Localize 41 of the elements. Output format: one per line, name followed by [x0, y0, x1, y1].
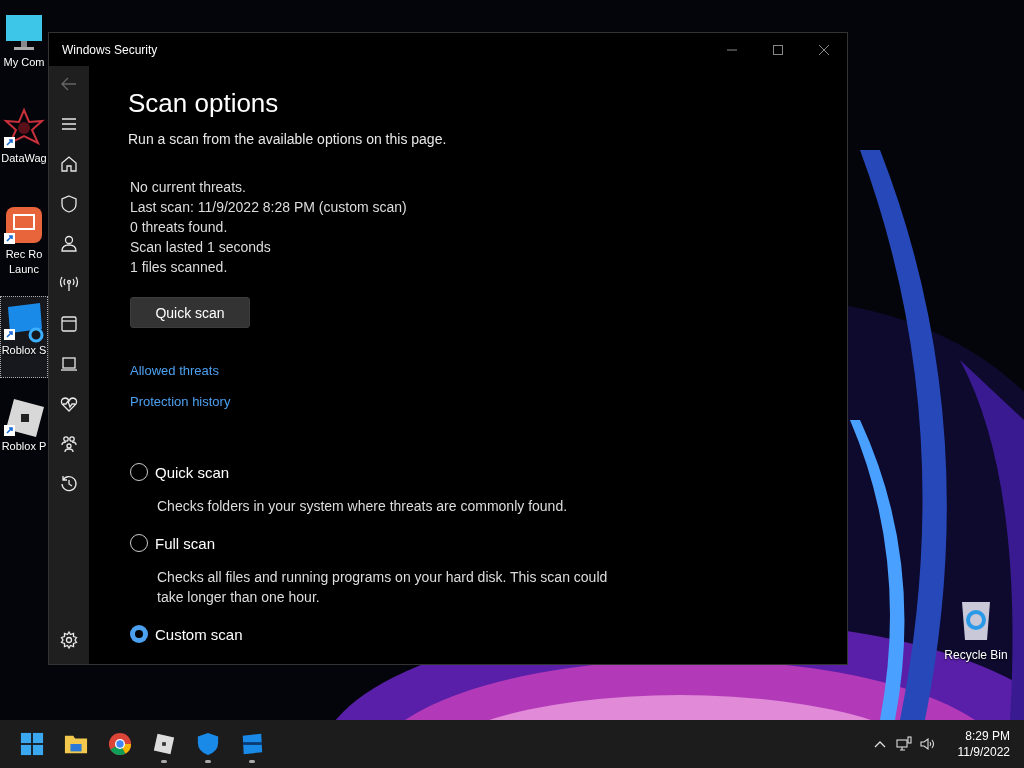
status-text: 1 files scanned. [130, 258, 229, 277]
quick-scan-button[interactable]: Quick scan [130, 297, 250, 328]
option-description: Checks all files and running programs on your hard disk. This scan could take longer than one hour. [157, 568, 609, 607]
clock-date[interactable]: 11/9/2022 [957, 744, 1010, 760]
network-icon[interactable] [895, 736, 912, 752]
people-icon[interactable] [59, 434, 79, 454]
option-label: Quick scan [155, 463, 230, 481]
page-description: Run a scan from the available options on this page. [128, 131, 448, 147]
icon-label: DataWag [0, 151, 48, 166]
status-text: Scan lasted 1 seconds [130, 238, 272, 257]
icon-label: Roblox P [0, 439, 48, 454]
icon-label: Roblox S [0, 343, 48, 358]
windows-start-icon[interactable] [20, 732, 44, 756]
radio-button[interactable] [130, 625, 148, 643]
link[interactable]: Allowed threats [130, 362, 219, 380]
home-icon[interactable] [59, 154, 79, 174]
heart-icon[interactable] [59, 394, 79, 414]
status-text: No current threats. [130, 178, 247, 197]
laptop-icon[interactable] [59, 354, 79, 374]
window-title: Windows Security [62, 42, 158, 57]
antenna-icon[interactable] [59, 274, 79, 294]
link[interactable]: Protection history [130, 393, 231, 411]
shield-icon[interactable] [59, 194, 79, 214]
person-icon[interactable] [59, 234, 79, 254]
icon-label: Recycle Bin [944, 648, 1008, 662]
status-text: 0 threats found. [130, 218, 229, 237]
speaker-icon[interactable] [919, 736, 936, 752]
clock-time[interactable]: 8:29 PM [965, 728, 1010, 744]
history-icon[interactable] [59, 474, 79, 494]
window-icon[interactable] [59, 314, 79, 334]
status-text: Last scan: 11/9/2022 8:28 PM (custom scan) [130, 198, 408, 217]
cube-icon[interactable] [152, 732, 176, 756]
icon-label: Rec Ro Launc [4, 247, 44, 277]
option-description: Checks folders in your system where threats are commonly found. [157, 497, 569, 516]
page-title: Scan options [128, 88, 280, 119]
option-label: Custom scan [155, 625, 243, 643]
option-label: Full scan [155, 534, 216, 552]
settings-icon[interactable] [59, 630, 79, 650]
browser-icon[interactable] [108, 732, 132, 756]
icon-label: My Com [2, 55, 46, 70]
star-icon[interactable] [2, 107, 46, 151]
